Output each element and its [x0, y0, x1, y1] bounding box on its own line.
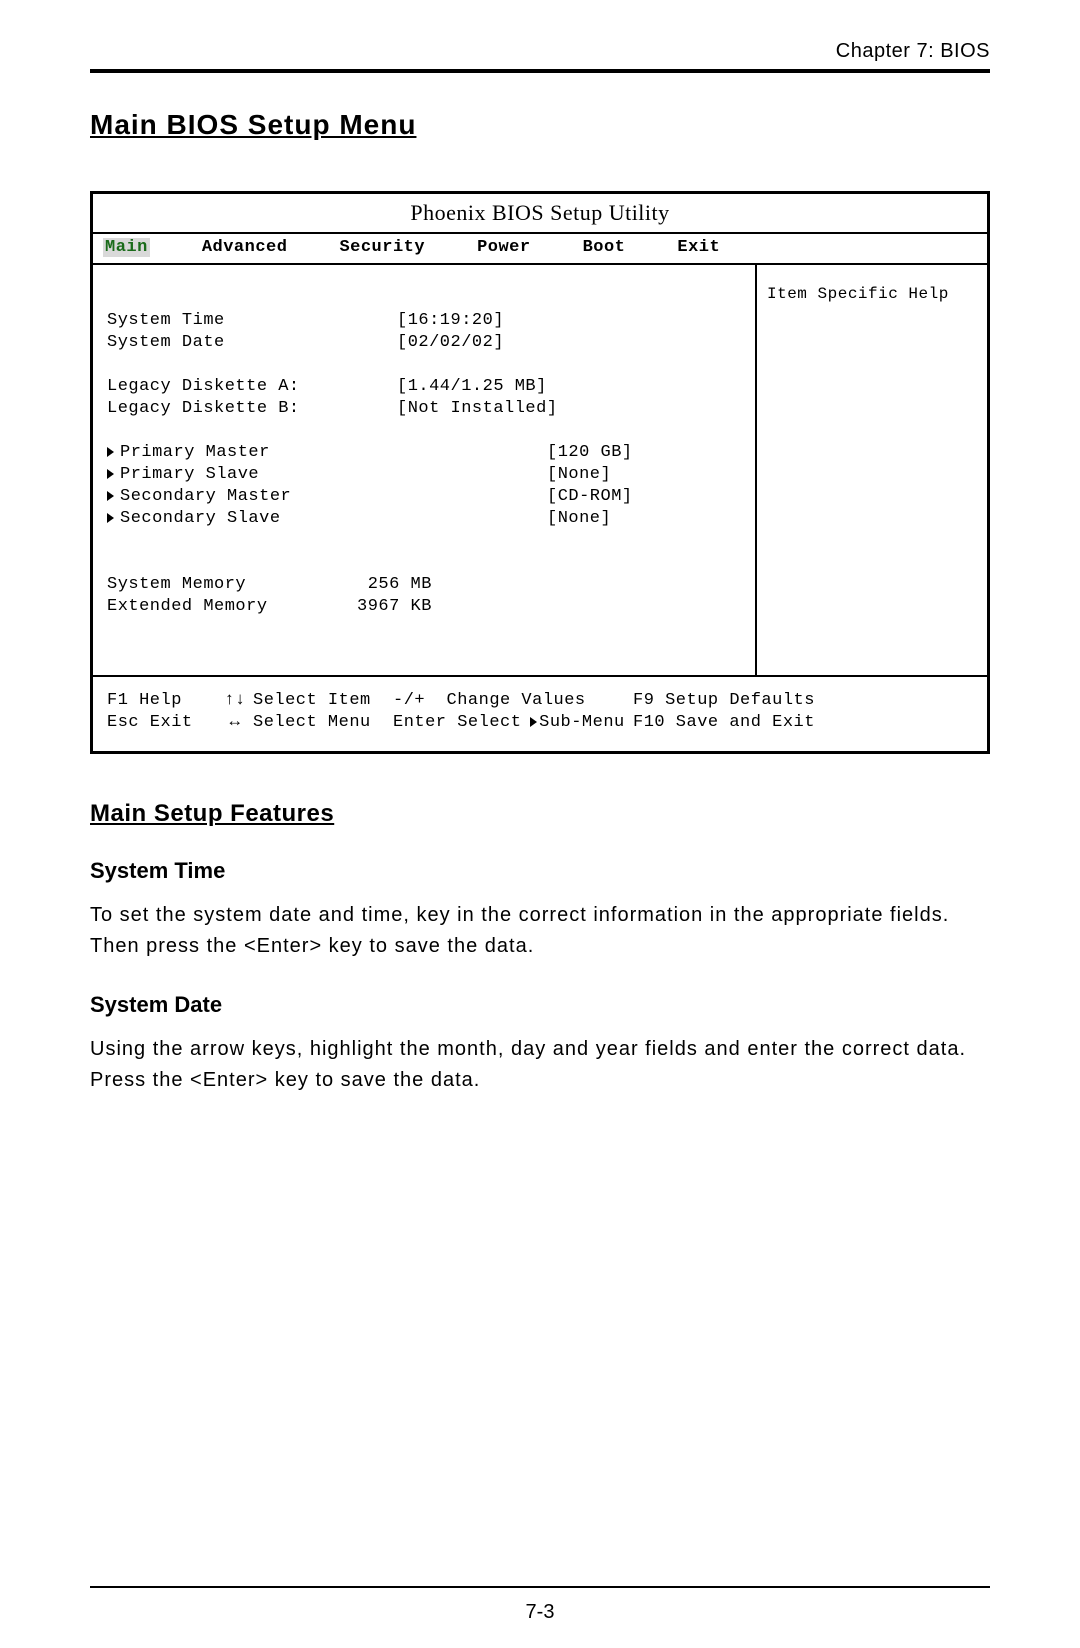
label: Extended Memory: [107, 597, 357, 619]
chapter-header: Chapter 7: BIOS: [90, 40, 990, 63]
hint-f1: F1 Help: [107, 691, 217, 713]
features-heading: Main Setup Features: [90, 800, 990, 828]
value: [None]: [547, 465, 667, 487]
page-title: Main BIOS Setup Menu: [90, 109, 990, 141]
row-secondary-master[interactable]: Secondary Master [CD-ROM]: [107, 487, 745, 509]
label: Secondary Master: [107, 487, 397, 509]
bios-help-panel: Item Specific Help: [755, 265, 987, 675]
row-diskette-a[interactable]: Legacy Diskette A: [1.44/1.25 MB]: [107, 377, 745, 399]
feature-system-time-title: System Time: [90, 858, 990, 884]
label: Legacy Diskette A:: [107, 377, 397, 399]
hint-select-menu: Select Menu: [253, 713, 393, 735]
footer-rule: [90, 1586, 990, 1588]
label: System Memory: [107, 575, 357, 597]
value: [CD-ROM]: [547, 487, 667, 509]
bios-main-panel: System Time [16:19:20] System Date [02/0…: [93, 265, 755, 675]
submenu-icon: [107, 491, 114, 501]
row-system-memory: System Memory 256 MB: [107, 575, 745, 597]
value: 256 MB: [357, 575, 507, 597]
bios-footer: F1 Help ↑↓ Select Item -/+ Change Values…: [93, 675, 987, 751]
label: Legacy Diskette B:: [107, 399, 397, 421]
tab-advanced[interactable]: Advanced: [202, 238, 288, 257]
row-system-time[interactable]: System Time [16:19:20]: [107, 311, 745, 333]
label: Secondary Slave: [107, 509, 397, 531]
value: [Not Installed]: [397, 399, 558, 421]
arrows-leftright-icon: ↔: [217, 713, 253, 735]
arrows-updown-icon: ↑↓: [217, 691, 253, 713]
tab-main[interactable]: Main: [103, 238, 150, 257]
row-system-date[interactable]: System Date [02/02/02]: [107, 333, 745, 355]
hint-enter: Enter Select Sub-Menu: [393, 713, 633, 735]
hint-select-item: Select Item: [253, 691, 393, 713]
tab-security[interactable]: Security: [339, 238, 425, 257]
submenu-icon: [107, 513, 114, 523]
label: System Date: [107, 333, 397, 355]
bios-tab-bar: Main Advanced Security Power Boot Exit: [93, 232, 987, 265]
value: 3967 KB: [357, 597, 507, 619]
hint-change-values: -/+ Change Values: [393, 691, 633, 713]
row-extended-memory: Extended Memory 3967 KB: [107, 597, 745, 619]
feature-system-date-title: System Date: [90, 992, 990, 1018]
row-diskette-b[interactable]: Legacy Diskette B: [Not Installed]: [107, 399, 745, 421]
label: Primary Master: [107, 443, 397, 465]
row-secondary-slave[interactable]: Secondary Slave [None]: [107, 509, 745, 531]
value: [120 GB]: [547, 443, 667, 465]
header-rule: [90, 69, 990, 73]
submenu-icon: [530, 717, 537, 727]
tab-power[interactable]: Power: [477, 238, 531, 257]
submenu-icon: [107, 469, 114, 479]
submenu-icon: [107, 447, 114, 457]
hint-f10: F10 Save and Exit: [633, 713, 973, 735]
page-number: 7-3: [0, 1601, 1080, 1624]
value: [None]: [547, 509, 667, 531]
document-page: Chapter 7: BIOS Main BIOS Setup Menu Pho…: [0, 0, 1080, 1648]
value: [02/02/02]: [397, 333, 547, 355]
bios-title: Phoenix BIOS Setup Utility: [93, 194, 987, 232]
feature-system-date-text: Using the arrow keys, highlight the mont…: [90, 1034, 990, 1096]
row-primary-master[interactable]: Primary Master [120 GB]: [107, 443, 745, 465]
hint-esc: Esc Exit: [107, 713, 217, 735]
label: Primary Slave: [107, 465, 397, 487]
row-primary-slave[interactable]: Primary Slave [None]: [107, 465, 745, 487]
help-header: Item Specific Help: [767, 285, 977, 303]
hint-f9: F9 Setup Defaults: [633, 691, 973, 713]
bios-setup-box: Phoenix BIOS Setup Utility Main Advanced…: [90, 191, 990, 754]
label: System Time: [107, 311, 397, 333]
value: [1.44/1.25 MB]: [397, 377, 547, 399]
tab-boot[interactable]: Boot: [583, 238, 626, 257]
feature-system-time-text: To set the system date and time, key in …: [90, 900, 990, 962]
tab-exit[interactable]: Exit: [677, 238, 720, 257]
value: [16:19:20]: [397, 311, 547, 333]
